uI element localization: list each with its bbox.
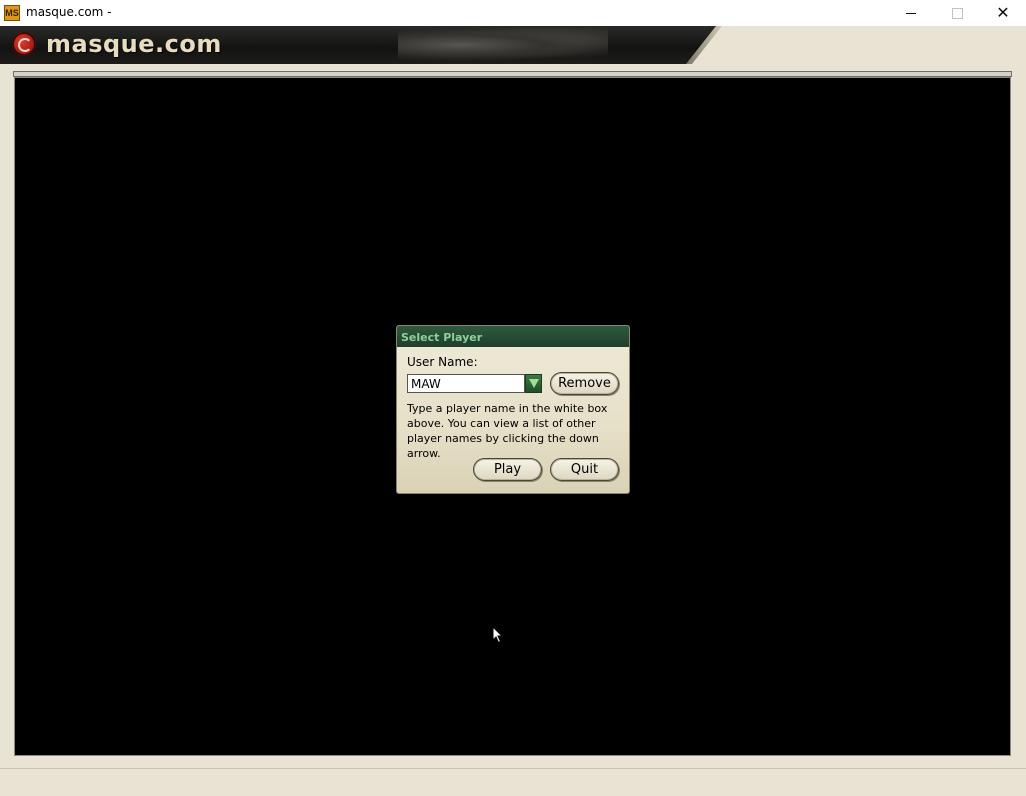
user-name-dropdown-button[interactable] xyxy=(525,374,542,393)
user-name-input[interactable] xyxy=(407,374,525,393)
user-name-label: User Name: xyxy=(407,355,478,369)
help-text: Type a player name in the white box abov… xyxy=(407,402,608,460)
status-bar xyxy=(0,768,1026,796)
close-button[interactable]: ✕ xyxy=(980,0,1026,26)
app-icon-letters: MS xyxy=(5,8,19,18)
window-title: masque.com - xyxy=(26,5,112,19)
masque-logo-text: masque.com xyxy=(46,30,222,58)
masque-logo-icon xyxy=(12,32,36,56)
select-player-dialog: Select Player User Name: Remove Type a p… xyxy=(396,325,630,494)
window-title-bar: MS masque.com - ✕ xyxy=(0,0,1026,27)
dialog-title-bar: Select Player xyxy=(397,326,629,347)
minimize-button[interactable] xyxy=(888,0,934,26)
casino-art-image xyxy=(398,28,608,62)
chevron-down-icon xyxy=(528,379,539,388)
maximize-icon xyxy=(951,7,963,19)
top-divider-strip xyxy=(13,71,1012,77)
masque-app-icon: MS xyxy=(4,5,20,21)
dialog-title: Select Player xyxy=(401,331,483,344)
play-button[interactable]: Play xyxy=(473,458,542,481)
masque-banner: masque.com xyxy=(0,26,1026,64)
minimize-icon xyxy=(906,12,916,14)
close-icon: ✕ xyxy=(996,3,1010,22)
quit-button[interactable]: Quit xyxy=(550,458,619,481)
remove-button[interactable]: Remove xyxy=(550,372,619,395)
maximize-button[interactable] xyxy=(934,0,980,26)
